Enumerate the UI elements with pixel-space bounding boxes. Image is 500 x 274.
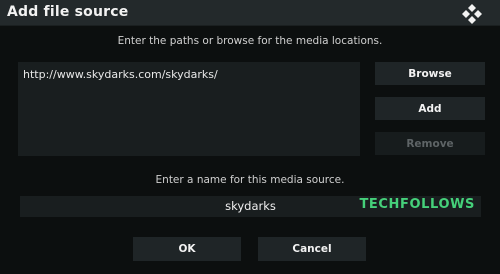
dialog-titlebar: Add file source <box>0 0 500 26</box>
source-name-field[interactable]: skydarks TECHFOLLOWS <box>20 196 481 217</box>
cancel-button[interactable]: Cancel <box>258 237 366 261</box>
kodi-logo-icon <box>462 4 482 24</box>
ok-button[interactable]: OK <box>133 237 241 261</box>
remove-button[interactable]: Remove <box>375 132 485 155</box>
path-item[interactable]: http://www.skydarks.com/skydarks/ <box>23 68 218 81</box>
name-hint: Enter a name for this media source. <box>155 174 345 186</box>
add-file-source-dialog: Add file source Enter the paths or brows… <box>0 0 500 274</box>
paths-hint: Enter the paths or browse for the media … <box>117 35 383 47</box>
add-button[interactable]: Add <box>375 97 485 120</box>
paths-list[interactable]: http://www.skydarks.com/skydarks/ <box>18 62 360 156</box>
browse-button[interactable]: Browse <box>375 62 485 85</box>
dialog-title: Add file source <box>7 4 129 20</box>
techfollows-watermark: TECHFOLLOWS <box>359 197 475 212</box>
